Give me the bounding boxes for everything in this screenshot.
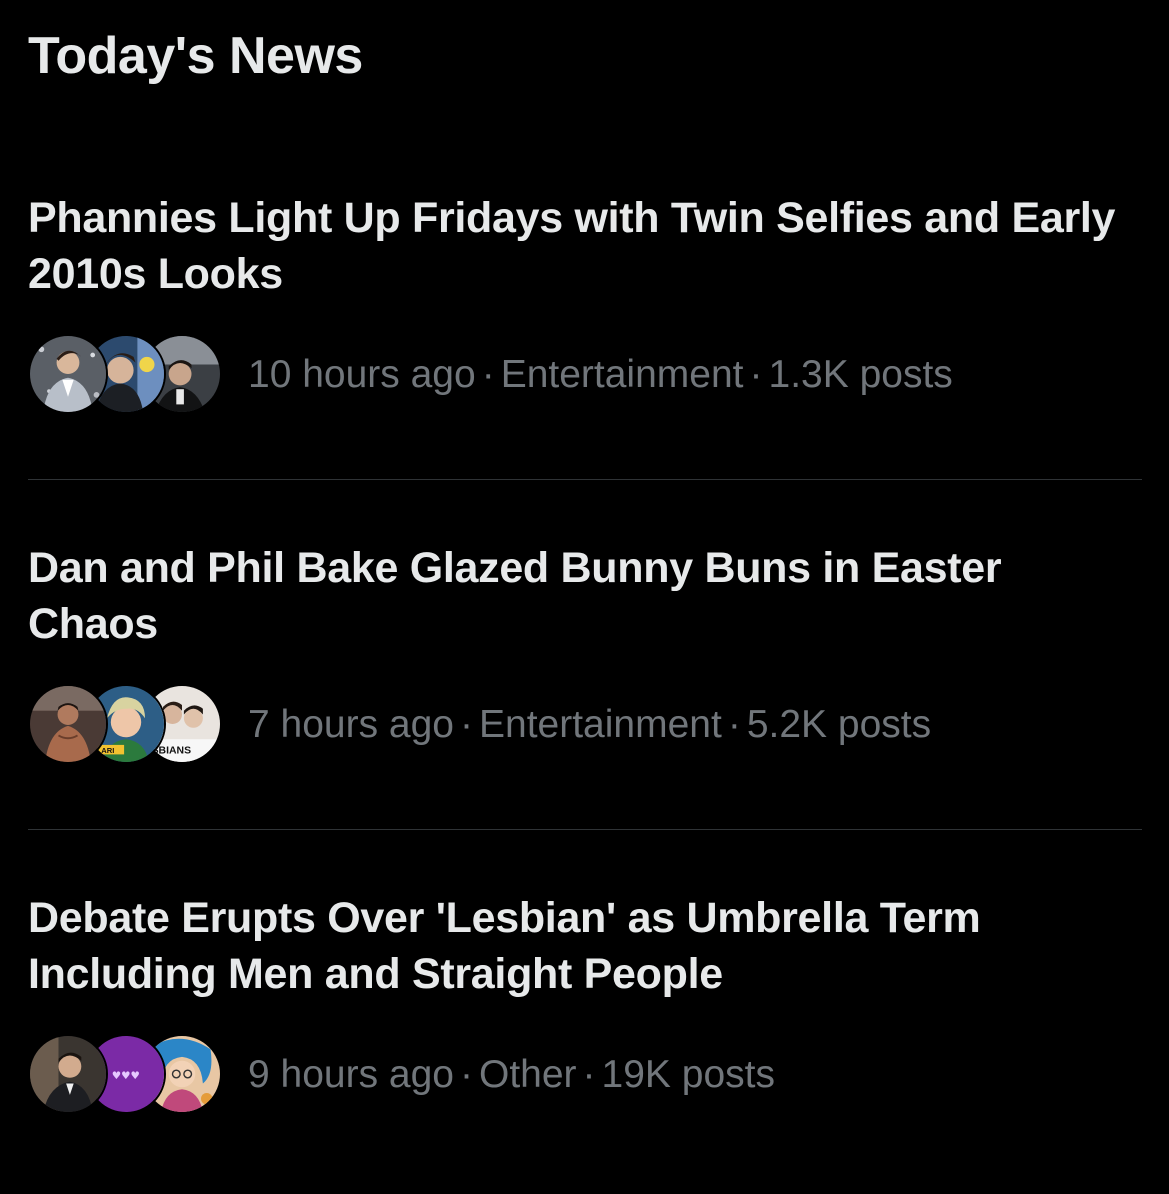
news-category: Other — [479, 1053, 577, 1096]
news-meta: 7 hours ago · Entertainment · 5.2K posts — [248, 702, 931, 748]
news-meta: 9 hours ago · Other · 19K posts — [248, 1052, 775, 1098]
meta-separator: · — [727, 703, 741, 746]
meta-separator: · — [749, 353, 763, 396]
news-item[interactable]: Debate Erupts Over 'Lesbian' as Umbrella… — [0, 890, 1169, 1180]
avatar-stack: ARI SBIANS — [28, 684, 224, 766]
section-title: Today's News — [28, 27, 363, 85]
news-headline: Phannies Light Up Fridays with Twin Self… — [28, 194, 1116, 298]
avatar — [28, 684, 108, 764]
avatar-stack — [28, 334, 224, 416]
news-item[interactable]: Dan and Phil Bake Glazed Bunny Buns in E… — [0, 540, 1169, 830]
news-item[interactable]: Phannies Light Up Fridays with Twin Self… — [0, 190, 1169, 480]
avatar — [28, 1034, 108, 1114]
news-post-count: 5.2K posts — [746, 703, 932, 746]
news-category: Entertainment — [500, 353, 744, 396]
news-category: Entertainment — [479, 703, 722, 746]
news-time: 10 hours ago — [248, 353, 476, 396]
divider — [28, 479, 1142, 480]
avatar-stack: ♥♥♥ — [28, 1034, 224, 1116]
news-meta: 10 hours ago · Entertainment · 1.3K posts — [248, 352, 953, 398]
news-headline: Dan and Phil Bake Glazed Bunny Buns in E… — [28, 544, 1002, 648]
news-post-count: 19K posts — [601, 1053, 775, 1096]
news-time: 7 hours ago — [248, 703, 454, 746]
news-meta-row: ARI SBIANS 7 hours ago · Entertainment · 5.2… — [28, 680, 931, 770]
divider — [28, 829, 1142, 830]
news-post-count: 1.3K posts — [768, 353, 953, 396]
avatar — [28, 334, 108, 414]
meta-separator: · — [582, 1053, 596, 1096]
news-headline: Debate Erupts Over 'Lesbian' as Umbrella… — [28, 894, 981, 998]
avatar-caption: ♥♥♥ — [112, 1070, 140, 1082]
news-meta-row: ♥♥♥ 9 hours ago · Other · 19K posts — [28, 1030, 775, 1120]
news-time: 9 hours ago — [248, 1053, 454, 1096]
meta-separator: · — [460, 1053, 473, 1096]
meta-separator: · — [481, 353, 495, 396]
meta-separator: · — [460, 703, 473, 746]
news-meta-row: 10 hours ago · Entertainment · 1.3K posts — [28, 330, 953, 420]
avatar-caption: ARI — [101, 746, 114, 755]
